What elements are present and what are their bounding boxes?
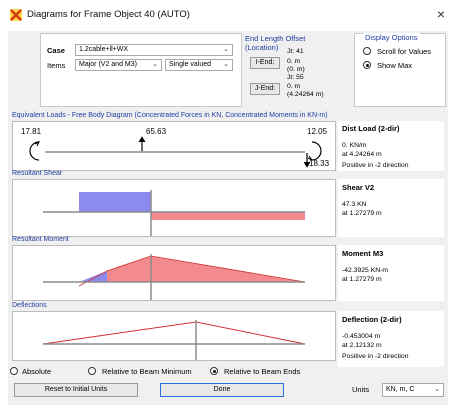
left-force-arrowhead bbox=[138, 136, 146, 143]
moment-title: Resultant Moment bbox=[12, 236, 69, 243]
moment-info: Moment M3 -42.3925 KN-m at 1.27279 m bbox=[338, 245, 444, 301]
dist-load-heading: Dist Load (2-dir) bbox=[342, 124, 400, 133]
items-select-value: Major (V2 and M3) bbox=[79, 61, 137, 68]
i-end-joint: Jt: 41 bbox=[287, 48, 304, 55]
valued-select-value: Single valued bbox=[169, 61, 212, 68]
app-logo-icon bbox=[10, 9, 22, 21]
right-moment-value: 12.05 bbox=[307, 127, 328, 136]
window-title: Diagrams for Frame Object 40 (AUTO) bbox=[27, 9, 190, 20]
absolute-label: Absolute bbox=[22, 367, 52, 376]
dist-load-value: 0. KN/m bbox=[342, 142, 367, 149]
moment-svg bbox=[43, 254, 306, 300]
case-group: Case 1.2cable+ll+WX ⌄ Items Major (V2 an… bbox=[40, 33, 242, 107]
done-button[interactable]: Done bbox=[160, 383, 284, 397]
reset-units-button[interactable]: Reset to Initial Units bbox=[14, 383, 138, 397]
moment-negative-region bbox=[79, 271, 107, 282]
free-body-diagram: 17.81 65.63 12.05 18.33 bbox=[12, 121, 336, 171]
scroll-values-label: Scroll for Values bbox=[377, 47, 432, 56]
i-end-value-abs: (0. m) bbox=[287, 66, 305, 73]
shear-heading: Shear V2 bbox=[342, 183, 375, 192]
shear-negative-region bbox=[79, 192, 151, 212]
bottom-bar: Absolute Relative to Beam Minimum Relati… bbox=[8, 367, 448, 406]
title-bar: Diagrams for Frame Object 40 (AUTO) × bbox=[0, 0, 456, 30]
shear-positive-region bbox=[151, 212, 305, 220]
dist-load-location: at 4.24264 m bbox=[342, 151, 382, 158]
top-controls: Case 1.2cable+ll+WX ⌄ Items Major (V2 an… bbox=[40, 31, 448, 111]
moment-diagram bbox=[12, 245, 336, 301]
j-end-value: 0. m bbox=[287, 83, 301, 90]
equivalent-loads-title: Equivalent Loads - Free Body Diagram (Co… bbox=[12, 112, 328, 119]
diagram-window: Diagrams for Frame Object 40 (AUTO) × Ca… bbox=[0, 0, 456, 409]
show-max-radio[interactable] bbox=[363, 61, 371, 69]
case-label: Case bbox=[47, 46, 65, 55]
deflections-title: Deflections bbox=[12, 302, 47, 309]
scroll-values-radio[interactable] bbox=[363, 47, 371, 55]
j-end-joint: Jt: 55 bbox=[287, 74, 304, 81]
deflection-location: at 2.12132 m bbox=[342, 342, 382, 349]
right-force-value: 18.33 bbox=[309, 159, 330, 168]
i-end-button[interactable]: I-End: bbox=[250, 57, 280, 69]
relative-min-radio[interactable] bbox=[88, 367, 96, 375]
deflection-direction: Positive in -2 direction bbox=[342, 353, 409, 360]
absolute-radio[interactable] bbox=[10, 367, 18, 375]
deflection-heading: Deflection (2-dir) bbox=[342, 315, 402, 324]
items-select[interactable]: Major (V2 and M3) ⌄ bbox=[75, 59, 162, 71]
end-offset-title: End Length Offset bbox=[245, 34, 306, 43]
moment-heading: Moment M3 bbox=[342, 249, 384, 258]
moment-location: at 1.27279 m bbox=[342, 276, 382, 283]
moment-positive-region bbox=[107, 256, 305, 282]
free-body-svg bbox=[29, 136, 322, 168]
right-moment-arc bbox=[311, 141, 322, 161]
deflection-info: Deflection (2-dir) -0.453004 m at 2.1213… bbox=[338, 311, 444, 367]
case-select[interactable]: 1.2cable+ll+WX ⌄ bbox=[75, 44, 233, 56]
deflection-curve bbox=[42, 321, 306, 345]
shear-title: Resultant Shear bbox=[12, 170, 63, 177]
units-select-value: KN, m, C bbox=[386, 386, 415, 393]
shear-diagram bbox=[12, 179, 336, 237]
relative-min-label: Relative to Beam Minimum bbox=[102, 367, 192, 376]
units-select[interactable]: KN, m, C ⌄ bbox=[382, 383, 444, 397]
deflection-value: -0.453004 m bbox=[342, 333, 381, 340]
relative-ends-label: Relative to Beam Ends bbox=[224, 367, 301, 376]
dialog-body: Case 1.2cable+ll+WX ⌄ Items Major (V2 an… bbox=[8, 31, 448, 405]
moment-value: -42.3925 KN-m bbox=[342, 267, 389, 274]
j-end-value-abs: (4.24264 m) bbox=[287, 91, 324, 98]
end-length-offset-group: End Length Offset (Location) Jt: 41 I-En… bbox=[245, 33, 350, 107]
close-icon[interactable]: × bbox=[433, 6, 449, 22]
relative-ends-radio[interactable] bbox=[210, 367, 218, 375]
left-force-value: 65.63 bbox=[146, 127, 167, 136]
shear-location: at 1.27279 m bbox=[342, 210, 382, 217]
dist-load-info: Dist Load (2-dir) 0. KN/m at 4.24264 m P… bbox=[338, 121, 444, 171]
chevron-down-icon: ⌄ bbox=[223, 61, 229, 68]
shear-value: 47.3 KN bbox=[342, 201, 367, 208]
dist-load-direction: Positive in -2 direction bbox=[342, 162, 409, 169]
deflection-diagram bbox=[12, 311, 336, 361]
j-end-button[interactable]: J-End: bbox=[250, 83, 280, 95]
deflection-svg bbox=[42, 320, 306, 360]
shear-svg bbox=[43, 190, 305, 236]
chevron-down-icon: ⌄ bbox=[152, 61, 158, 68]
display-options-group: Display Options Scroll for Values Show M… bbox=[354, 33, 446, 107]
case-select-value: 1.2cable+ll+WX bbox=[79, 46, 129, 53]
left-moment-value: 17.81 bbox=[21, 127, 42, 136]
chevron-down-icon: ⌄ bbox=[434, 386, 440, 393]
chevron-down-icon: ⌄ bbox=[223, 46, 229, 53]
units-label: Units bbox=[352, 385, 370, 394]
shear-info: Shear V2 47.3 KN at 1.27279 m bbox=[338, 179, 444, 237]
end-offset-subtitle: (Location) bbox=[245, 43, 279, 52]
valued-select[interactable]: Single valued ⌄ bbox=[165, 59, 233, 71]
display-options-title: Display Options bbox=[363, 33, 420, 42]
i-end-value: 0. m bbox=[287, 58, 301, 65]
items-label: Items bbox=[47, 61, 66, 70]
show-max-label: Show Max bbox=[377, 61, 413, 70]
